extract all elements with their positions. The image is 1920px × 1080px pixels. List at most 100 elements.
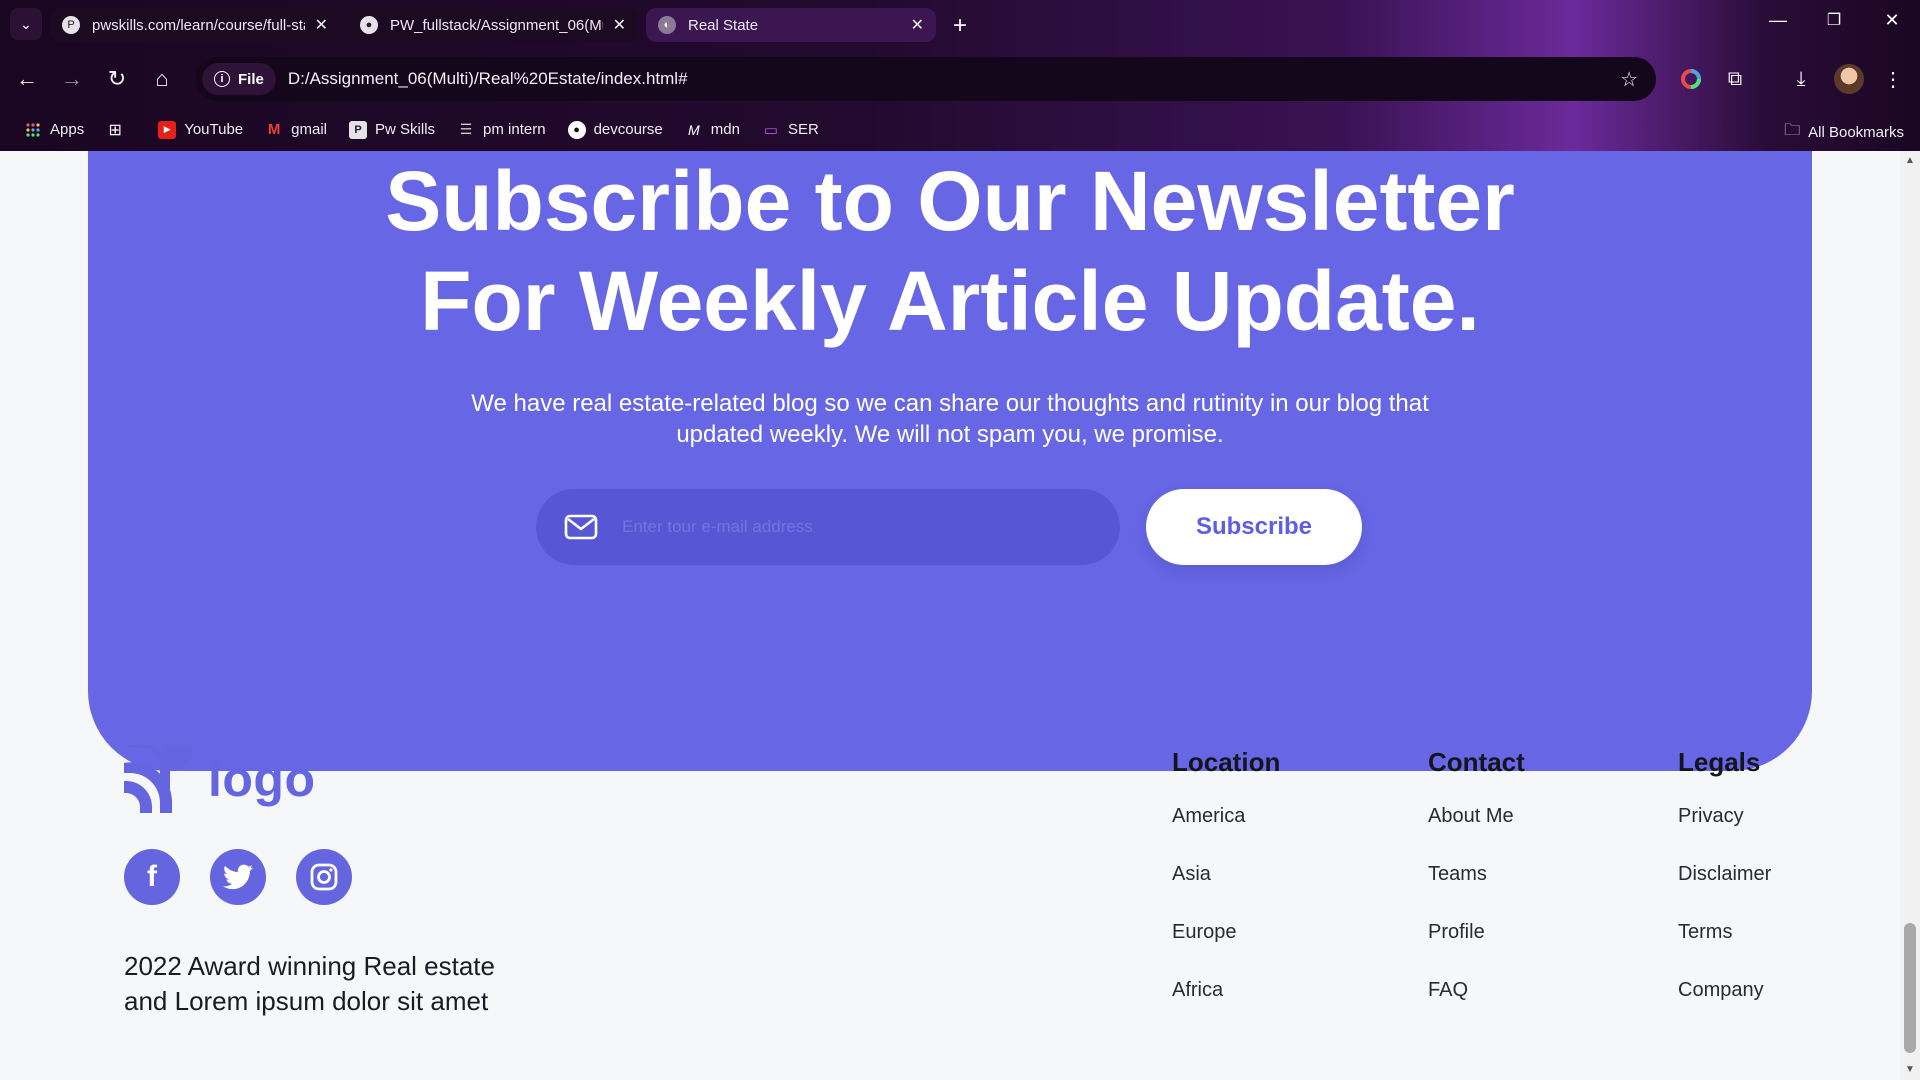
youtube-icon: ▶ xyxy=(158,120,177,139)
minimize-icon[interactable]: — xyxy=(1758,10,1798,31)
close-tab-icon[interactable]: ✕ xyxy=(911,15,924,35)
tab-title: PW_fullstack/Assignment_06(Multi) xyxy=(390,16,603,34)
bookmark-label: YouTube xyxy=(184,121,244,138)
footer-column-contact: Contact About Me Teams Profile FAQ xyxy=(1428,747,1525,1034)
tab-strip: ⌄ P pwskills.com/learn/course/full-stack… xyxy=(0,0,1920,50)
bookmark-label: devcourse xyxy=(593,121,663,138)
newsletter-description: We have real estate-related blog so we c… xyxy=(471,390,1429,448)
bookmark-mdn[interactable]: M mdn xyxy=(685,121,740,139)
bookmark-apps[interactable]: Apps xyxy=(24,121,84,139)
footer-link-privacy[interactable]: Privacy xyxy=(1678,802,1771,860)
github-favicon-icon: ● xyxy=(360,16,378,34)
all-bookmarks-label: All Bookmarks xyxy=(1808,124,1904,141)
url-text[interactable]: D:/Assignment_06(Multi)/Real%20Estate/in… xyxy=(288,69,1620,89)
bookmark-label: Apps xyxy=(50,121,85,138)
facebook-icon[interactable]: f xyxy=(124,849,180,905)
page-viewport: Subscribe to Our Newsletter For Weekly A… xyxy=(0,151,1900,1080)
folder-icon: 🗀 xyxy=(1784,122,1801,139)
logo-text: logo xyxy=(208,751,316,807)
footer-link-company[interactable]: Company xyxy=(1678,976,1771,1034)
social-links: f xyxy=(124,849,382,905)
bookmark-ser[interactable]: ▭ SER xyxy=(762,121,819,139)
profile-avatar[interactable] xyxy=(1834,64,1864,94)
home-icon[interactable]: ⌂ xyxy=(147,64,177,94)
twitter-icon[interactable] xyxy=(210,849,266,905)
footer-link-america[interactable]: America xyxy=(1172,802,1280,860)
extensions-icon[interactable]: ⧉ xyxy=(1720,64,1750,94)
site-info-label: File xyxy=(238,70,264,88)
browser-toolbar: ← → ↻ ⌂ i File D:/Assignment_06(Multi)/R… xyxy=(0,50,1920,108)
footer-link-africa[interactable]: Africa xyxy=(1172,976,1280,1034)
tab-search-button[interactable]: ⌄ xyxy=(10,8,42,40)
all-bookmarks-button[interactable]: 🗀 All Bookmarks xyxy=(1784,119,1904,146)
footer-logo[interactable]: logo xyxy=(124,745,316,813)
tab-pwskills[interactable]: P pwskills.com/learn/course/full-stack ✕ xyxy=(50,8,340,42)
mail-icon xyxy=(564,514,598,540)
bookmark-label: mdn xyxy=(710,121,740,138)
color-extension-icon[interactable] xyxy=(1676,64,1706,94)
info-icon: i xyxy=(214,71,230,87)
forward-icon[interactable]: → xyxy=(57,64,87,94)
footer-link-terms[interactable]: Terms xyxy=(1678,918,1771,976)
bookmark-label: SER xyxy=(787,121,819,138)
footer-link-about-me[interactable]: About Me xyxy=(1428,802,1525,860)
footer-link-asia[interactable]: Asia xyxy=(1172,860,1280,918)
browser-chrome: ⌄ P pwskills.com/learn/course/full-stack… xyxy=(0,0,1920,151)
new-tab-button[interactable]: + xyxy=(944,10,976,42)
page-scrollbar[interactable]: ▲ ▼ xyxy=(1900,151,1920,1080)
footer-column-legals: Legals Privacy Disclaimer Terms Company xyxy=(1678,747,1771,1034)
monitor-icon: ▭ xyxy=(763,121,779,139)
pwskills-favicon-icon: P xyxy=(62,16,80,34)
bookmark-star-icon[interactable]: ☆ xyxy=(1620,67,1638,92)
mdn-icon: M xyxy=(687,121,700,138)
subscribe-button[interactable]: Subscribe xyxy=(1146,489,1362,565)
bookmark-youtube[interactable]: ▶ YouTube xyxy=(158,120,244,139)
back-icon[interactable]: ← xyxy=(12,64,42,94)
download-icon[interactable]: ⤓ xyxy=(1786,64,1816,94)
email-input[interactable] xyxy=(622,517,1082,537)
scroll-down-icon[interactable]: ▼ xyxy=(1904,1064,1916,1076)
bookmark-pw-skills[interactable]: P Pw Skills xyxy=(349,120,436,139)
site-info-chip[interactable]: i File xyxy=(202,63,276,95)
tab-github[interactable]: ● PW_fullstack/Assignment_06(Multi) ✕ xyxy=(348,8,638,42)
close-tab-icon[interactable]: ✕ xyxy=(613,15,626,35)
scrollbar-thumb[interactable] xyxy=(1904,923,1916,1053)
close-tab-icon[interactable]: ✕ xyxy=(315,15,328,35)
bookmark-devcourse[interactable]: ● devcourse xyxy=(567,120,663,139)
footer-link-teams[interactable]: Teams xyxy=(1428,860,1525,918)
footer-heading: Contact xyxy=(1428,747,1525,777)
reload-icon[interactable]: ↻ xyxy=(102,64,132,94)
award-text: 2022 Award winning Real estate and Lorem… xyxy=(124,951,495,1016)
footer-link-profile[interactable]: Profile xyxy=(1428,918,1525,976)
globe-favicon-icon: ◐ xyxy=(658,16,676,34)
logo-icon xyxy=(124,745,192,813)
address-bar[interactable]: i File D:/Assignment_06(Multi)/Real%20Es… xyxy=(196,57,1656,101)
newsletter-title-line2: For Weekly Article Update. xyxy=(420,254,1480,348)
menu-kebab-icon[interactable]: ⋮ xyxy=(1878,64,1908,94)
footer-link-faq[interactable]: FAQ xyxy=(1428,976,1525,1034)
bookmarks-bar: Apps ⊞ ▶ YouTube M gmail P Pw Skills ☰ p… xyxy=(0,108,1920,151)
footer-heading: Location xyxy=(1172,747,1281,777)
email-field-container[interactable] xyxy=(536,489,1120,565)
apps-grid-icon xyxy=(24,121,42,139)
newsletter-title-line1: Subscribe to Our Newsletter xyxy=(385,154,1515,248)
footer-link-disclaimer[interactable]: Disclaimer xyxy=(1678,860,1771,918)
bookmark-pm-intern[interactable]: ☰ pm intern xyxy=(457,121,546,139)
bookmark-label: Pw Skills xyxy=(375,121,436,138)
footer-link-europe[interactable]: Europe xyxy=(1172,918,1280,976)
bookmark-gmail[interactable]: M gmail xyxy=(265,121,327,139)
tab-title: Real State xyxy=(688,16,759,34)
instagram-icon[interactable] xyxy=(296,849,352,905)
bookmark-tab-groups[interactable]: ⊞ xyxy=(106,121,132,139)
tab-real-state[interactable]: ◐ Real State ✕ xyxy=(646,8,936,42)
bookmark-label: gmail xyxy=(291,121,328,138)
close-window-icon[interactable]: ✕ xyxy=(1872,10,1912,31)
footer-column-location: Location America Asia Europe Africa xyxy=(1172,747,1280,1034)
scroll-up-icon[interactable]: ▲ xyxy=(1904,155,1916,167)
github-icon: ● xyxy=(567,120,586,139)
restore-icon[interactable]: ❐ xyxy=(1814,10,1854,30)
newsletter-section: Subscribe to Our Newsletter For Weekly A… xyxy=(88,151,1812,771)
tab-title: pwskills.com/learn/course/full-stack xyxy=(92,16,305,34)
bookmark-label: pm intern xyxy=(483,121,546,138)
gmail-icon: M xyxy=(267,121,281,138)
